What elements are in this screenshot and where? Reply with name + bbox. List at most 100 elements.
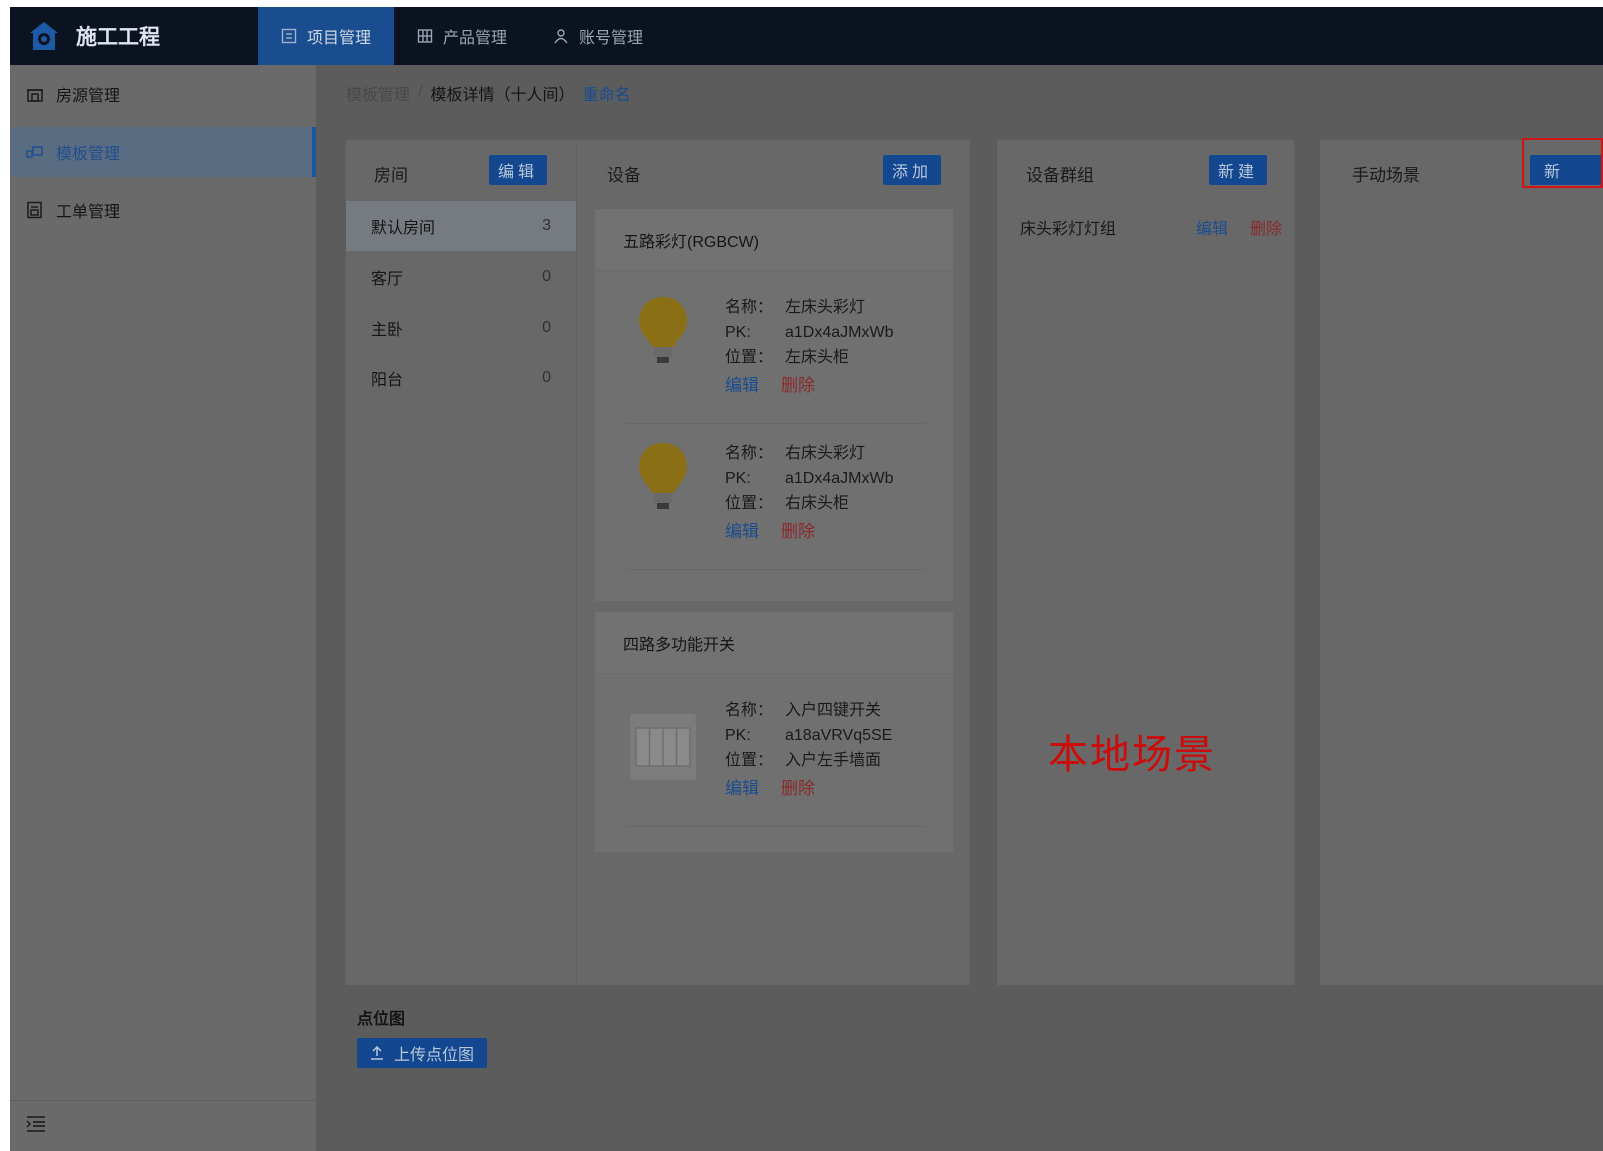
- device-group-new-button[interactable]: 新建: [1209, 155, 1267, 185]
- device-group-delete-link[interactable]: 删除: [1250, 215, 1282, 239]
- device-delete-link[interactable]: 删除: [781, 517, 815, 542]
- room-count: 3: [542, 217, 551, 234]
- sidebar-item-label: 房源管理: [56, 88, 121, 105]
- device-location: 入户左手墙面: [785, 752, 882, 769]
- switch-graphic: [635, 727, 691, 767]
- device-location: 右床头柜: [785, 495, 850, 512]
- sidebar-footer: [10, 1100, 316, 1151]
- panel-divider: [576, 140, 577, 985]
- device-type-card: 五路彩灯(RGBCW) 名称： 左床头彩灯 PK: a1Dx4aJMxWb 位置： 左…: [595, 209, 953, 601]
- breadcrumb-parent-link[interactable]: 模板管理: [346, 81, 410, 105]
- device-actions: 编辑 删除: [725, 774, 815, 799]
- device-actions: 编辑 删除: [725, 371, 815, 396]
- pk-label: PK:: [725, 727, 751, 744]
- device-group-name: 床头彩灯灯组: [1020, 221, 1117, 238]
- bulb-icon: [639, 297, 687, 363]
- room-item[interactable]: 客厅 0: [346, 252, 576, 302]
- collapse-menu-icon[interactable]: [26, 1115, 46, 1133]
- device-pk: a18aVRVq5SE: [785, 727, 893, 744]
- room-count: 0: [542, 319, 551, 336]
- device-item: 名称： 右床头彩灯 PK: a1Dx4aJMxWb 位置： 右床头柜 编辑 删除: [625, 429, 925, 570]
- room-name: 客厅: [371, 271, 404, 288]
- device-group-panel: [997, 140, 1294, 985]
- nav-tab-project-management[interactable]: 项目管理: [258, 7, 395, 65]
- device-delete-link[interactable]: 删除: [781, 371, 815, 396]
- nav-tab-label: 项目管理: [307, 30, 372, 47]
- name-label: 名称：: [725, 445, 774, 462]
- room-count: 0: [542, 369, 551, 386]
- device-info: 名称： 右床头彩灯 PK: a1Dx4aJMxWb 位置： 右床头柜: [725, 441, 893, 516]
- sidebar-item-label: 工单管理: [56, 204, 121, 221]
- room-item[interactable]: 阳台 0: [346, 353, 576, 403]
- manual-scene-title: 手动场景: [1352, 166, 1420, 185]
- upload-pointmap-button[interactable]: 上传点位图: [357, 1038, 487, 1068]
- breadcrumb: 模板管理 / 模板详情（十人间） 重命名: [346, 81, 631, 105]
- room-name: 默认房间: [371, 220, 436, 237]
- device-type-header: 四路多功能开关: [595, 612, 953, 674]
- room-name: 阳台: [371, 372, 404, 389]
- device-type-header: 五路彩灯(RGBCW): [595, 209, 953, 271]
- device-group-edit-link[interactable]: 编辑: [1196, 215, 1228, 239]
- account-icon: [554, 29, 568, 44]
- sidebar: 房源管理 模板管理 工单管理: [10, 65, 316, 1151]
- device-group-title: 设备群组: [1026, 166, 1094, 185]
- house-icon: [27, 89, 43, 102]
- breadcrumb-separator: /: [418, 84, 423, 101]
- nav-tab-account-management[interactable]: 账号管理: [530, 7, 666, 65]
- device-item: 名称： 左床头彩灯 PK: a1Dx4aJMxWb 位置： 左床头柜 编辑 删除: [625, 283, 925, 424]
- device-delete-link[interactable]: 删除: [781, 774, 815, 799]
- highlight-box: [1522, 138, 1603, 188]
- rooms-edit-button[interactable]: 编辑: [489, 155, 547, 185]
- pk-label: PK:: [725, 470, 751, 487]
- device-item: 名称： 入户四键开关 PK: a18aVRVq5SE 位置： 入户左手墙面 编辑 删除: [625, 686, 925, 827]
- sidebar-item-property-management[interactable]: 房源管理: [10, 69, 316, 119]
- room-item[interactable]: 默认房间 3: [346, 201, 576, 251]
- device-name: 入户四键开关: [785, 702, 882, 719]
- device-group-item: 床头彩灯灯组 编辑 删除: [1020, 215, 1290, 238]
- device-edit-link[interactable]: 编辑: [725, 371, 759, 396]
- sidebar-item-work-order-management[interactable]: 工单管理: [10, 185, 316, 235]
- device-edit-link[interactable]: 编辑: [725, 517, 759, 542]
- product-grid-icon: [417, 29, 433, 43]
- device-pk: a1Dx4aJMxWb: [785, 324, 894, 341]
- top-bar: 施工工程 项目管理 产品管理 账号管理: [10, 7, 1603, 65]
- room-name: 主卧: [371, 322, 404, 339]
- rooms-title: 房间: [374, 166, 408, 185]
- room-item[interactable]: 主卧 0: [346, 303, 576, 353]
- bulb-icon: [639, 443, 687, 509]
- annotation-label: 本地场景: [1048, 732, 1216, 778]
- sidebar-item-template-management[interactable]: 模板管理: [10, 127, 316, 177]
- device-actions: 编辑 删除: [725, 517, 815, 542]
- breadcrumb-current: 模板详情（十人间）: [430, 87, 575, 104]
- template-icon: [26, 146, 43, 158]
- switch-icon: [630, 714, 696, 780]
- pointmap-title: 点位图: [357, 1011, 406, 1028]
- app-title: 施工工程: [76, 26, 160, 49]
- device-info: 名称： 入户四键开关 PK: a18aVRVq5SE 位置： 入户左手墙面: [725, 698, 892, 773]
- workorder-icon: [27, 201, 42, 219]
- upload-pointmap-label: 上传点位图: [393, 1047, 474, 1064]
- rename-link[interactable]: 重命名: [582, 81, 630, 105]
- device-info: 名称： 左床头彩灯 PK: a1Dx4aJMxWb 位置： 左床头柜: [725, 295, 893, 370]
- home-logo-icon: [30, 22, 58, 50]
- devices-title: 设备: [607, 166, 641, 185]
- location-label: 位置：: [725, 752, 774, 769]
- device-edit-link[interactable]: 编辑: [725, 774, 759, 799]
- sidebar-item-label: 模板管理: [56, 146, 121, 163]
- devices-add-button[interactable]: 添加: [883, 155, 941, 185]
- brand[interactable]: 施工工程: [28, 19, 160, 53]
- device-location: 左床头柜: [785, 349, 850, 366]
- device-pk: a1Dx4aJMxWb: [785, 470, 894, 487]
- room-count: 0: [542, 268, 551, 285]
- device-name: 左床头彩灯: [785, 299, 866, 316]
- top-nav: 项目管理 产品管理 账号管理: [258, 7, 666, 65]
- nav-tab-product-management[interactable]: 产品管理: [394, 7, 530, 65]
- pk-label: PK:: [725, 324, 751, 341]
- device-type-card: 四路多功能开关 名称： 入户四键开关 PK: a18aVRVq5SE 位置： 入户左手…: [595, 612, 953, 852]
- main-content: 模板管理 / 模板详情（十人间） 重命名 房间 编辑 默认房间 3 客厅 0 主…: [316, 65, 1603, 1151]
- upload-icon: [370, 1046, 383, 1060]
- nav-tab-label: 产品管理: [443, 30, 508, 47]
- project-icon: [281, 28, 297, 44]
- device-name: 右床头彩灯: [785, 445, 866, 462]
- manual-scene-panel: [1320, 140, 1603, 985]
